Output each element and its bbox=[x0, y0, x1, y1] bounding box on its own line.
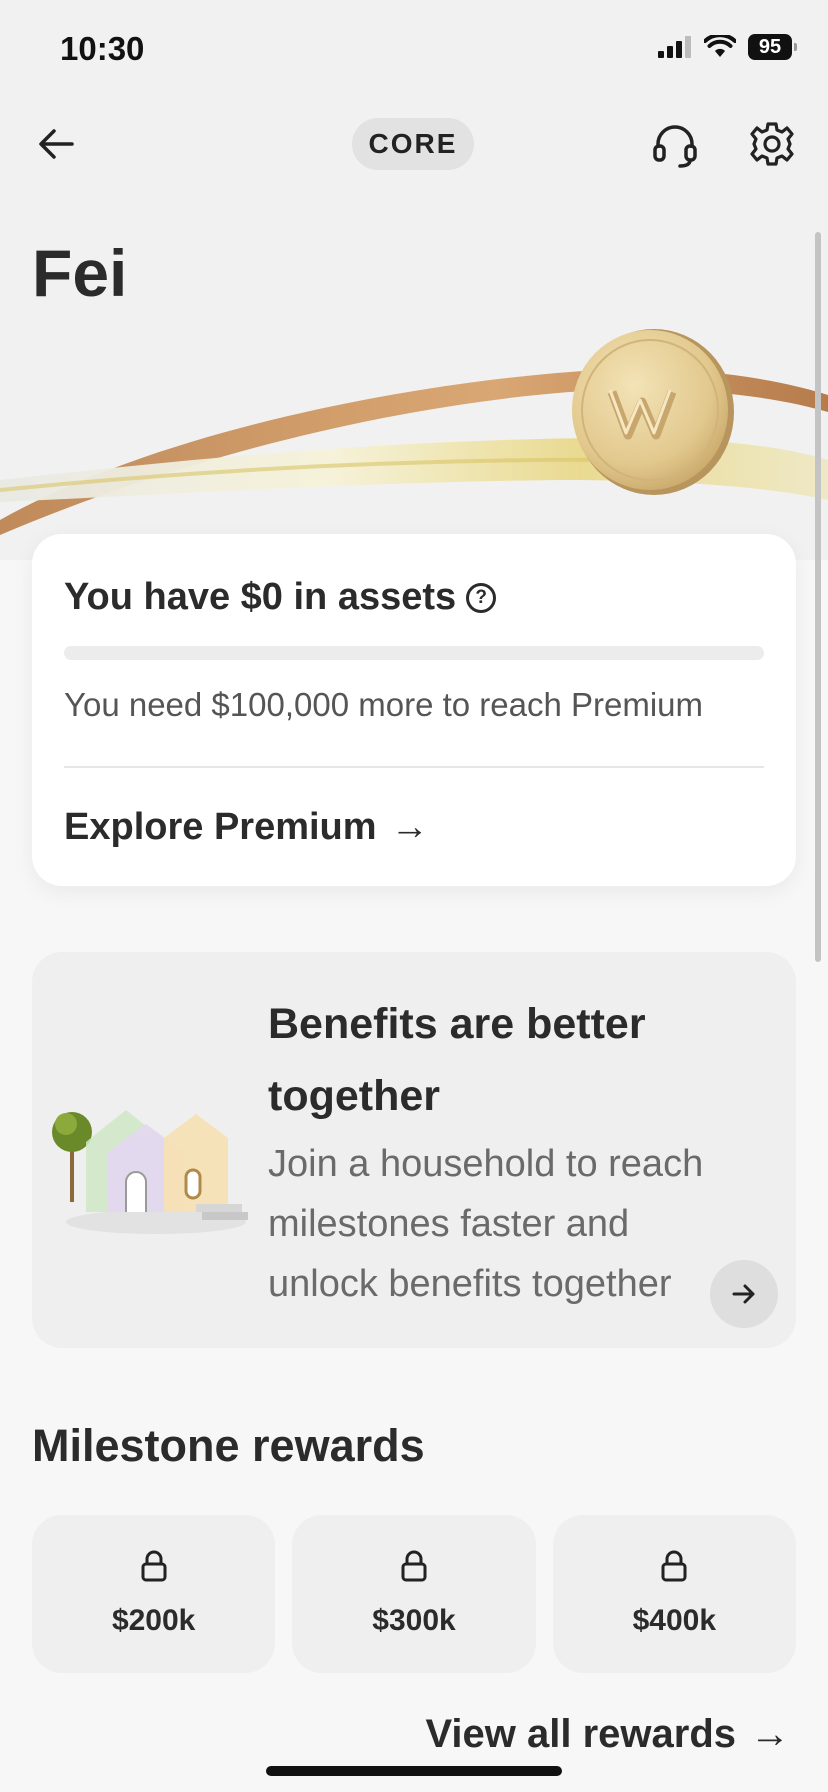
milestone-tile-300k[interactable]: $300k bbox=[292, 1515, 536, 1673]
explore-premium-link[interactable]: Explore Premium → bbox=[64, 806, 429, 849]
top-nav: CORE bbox=[0, 100, 828, 190]
benefits-arrow-button[interactable] bbox=[710, 1260, 778, 1328]
milestone-tile-400k[interactable]: $400k bbox=[552, 1515, 796, 1673]
back-arrow-icon[interactable] bbox=[34, 122, 78, 166]
lock-icon bbox=[141, 1550, 167, 1582]
household-benefits-card[interactable]: Benefits are better together Join a hous… bbox=[32, 952, 796, 1348]
help-glyph: ? bbox=[475, 586, 487, 608]
explore-premium-label: Explore Premium bbox=[64, 806, 377, 848]
assets-title-row: You have $0 in assets ? bbox=[64, 576, 497, 619]
battery-level: 95 bbox=[758, 35, 782, 58]
milestone-value: $400k bbox=[632, 1604, 717, 1637]
benefits-title: Benefits are better together bbox=[268, 1000, 646, 1120]
scroll-indicator[interactable] bbox=[815, 232, 821, 962]
status-time: 10:30 bbox=[60, 30, 145, 67]
cellular-signal-icon bbox=[658, 36, 691, 58]
arrow-right-icon: → bbox=[750, 1712, 790, 1756]
gear-icon[interactable] bbox=[748, 120, 796, 168]
assets-title: You have $0 in assets bbox=[64, 576, 457, 618]
wifi-icon bbox=[704, 35, 736, 57]
headset-icon[interactable] bbox=[650, 120, 700, 170]
arrow-right-icon bbox=[732, 1284, 755, 1304]
milestone-value: $200k bbox=[111, 1604, 196, 1637]
status-bar: 10:30 95 bbox=[0, 0, 828, 100]
assets-progress-bar bbox=[64, 646, 764, 660]
household-illustration bbox=[52, 1110, 248, 1234]
status-icons: 95 bbox=[658, 34, 797, 60]
home-indicator[interactable] bbox=[266, 1766, 562, 1776]
battery-icon: 95 bbox=[748, 34, 797, 60]
tier-label: CORE bbox=[368, 128, 458, 159]
divider bbox=[64, 766, 764, 768]
milestone-tile-200k[interactable]: $200k bbox=[32, 1515, 276, 1673]
hero-ribbon-coin-illustration bbox=[0, 329, 828, 535]
view-all-rewards-label: View all rewards bbox=[425, 1712, 736, 1756]
lock-icon bbox=[661, 1550, 687, 1582]
milestone-tiles: $200k $300k $400k bbox=[32, 1515, 796, 1673]
benefits-description: Join a household to reach milestones fas… bbox=[268, 1143, 704, 1305]
milestone-rewards-heading: Milestone rewards bbox=[32, 1420, 425, 1471]
arrow-right-icon: → bbox=[390, 806, 429, 848]
lock-icon bbox=[401, 1550, 427, 1582]
assets-subtitle: You need $100,000 more to reach Premium bbox=[64, 686, 704, 723]
milestone-value: $300k bbox=[372, 1604, 456, 1637]
user-name: Fei bbox=[32, 236, 128, 310]
help-icon[interactable]: ? bbox=[466, 582, 497, 613]
assets-card: You have $0 in assets ? You need $100,00… bbox=[32, 534, 796, 886]
view-all-rewards-link[interactable]: View all rewards → bbox=[425, 1712, 790, 1757]
tier-badge[interactable]: CORE bbox=[352, 118, 474, 170]
